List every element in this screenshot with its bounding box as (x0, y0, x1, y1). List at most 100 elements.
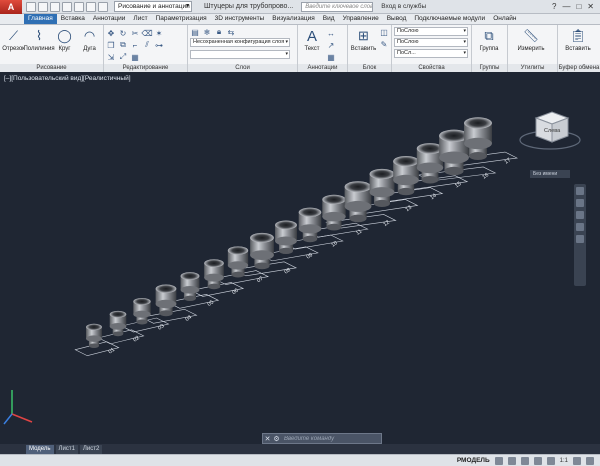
table-icon[interactable]: ▦ (326, 52, 336, 62)
ucs-menu[interactable]: Без имени (530, 170, 570, 178)
tab-model[interactable]: Модель (26, 444, 54, 454)
layer-properties-icon[interactable]: ▤ (190, 27, 200, 37)
scale-icon[interactable]: ⤢ (118, 52, 128, 62)
utilities-panel-title[interactable]: Утилиты (508, 64, 557, 72)
stretch-icon[interactable]: ⇲ (106, 52, 116, 62)
dimension-icon[interactable]: ↔ (326, 28, 336, 38)
model-scene[interactable]: 0102030405060708091011121314151617 Слева (0, 72, 600, 444)
circle-button[interactable]: ◯ Круг (53, 27, 76, 52)
signin-link[interactable]: Вход в службы (381, 3, 426, 10)
workspace-gear-icon[interactable] (573, 456, 581, 465)
annotation-scale[interactable]: 1:1 (560, 458, 568, 464)
color-select[interactable]: ПоСлою ▾ (394, 27, 468, 36)
groups-panel-title[interactable]: Группы (472, 64, 507, 72)
tab-sheet2[interactable]: Лист2 (79, 444, 103, 454)
tab-output[interactable]: Вывод (383, 14, 411, 24)
tab-home[interactable]: Главная (24, 14, 57, 24)
modify-panel-title[interactable]: Редактирование (104, 64, 187, 72)
annotation-panel-title[interactable]: Аннотации (298, 64, 347, 72)
open-icon[interactable] (38, 1, 48, 12)
draw-panel-title[interactable]: Рисование (0, 64, 103, 72)
search-input[interactable]: Введите ключевое слово/фразу (301, 1, 374, 12)
osnap-icon[interactable] (546, 456, 555, 465)
fitting-part[interactable] (109, 310, 127, 337)
pan-icon[interactable] (576, 199, 584, 207)
layer-state-select[interactable]: Несохраненная конфигурация слоя ▾ (190, 38, 290, 47)
redo-icon[interactable] (98, 1, 108, 12)
line-button[interactable]: ⟋ Отрезок (2, 27, 25, 52)
rotate-icon[interactable]: ↻ (118, 28, 128, 38)
fitting-part[interactable] (180, 272, 200, 301)
join-icon[interactable]: ⊶ (154, 40, 164, 50)
current-layer-select[interactable]: ▾ (190, 50, 290, 59)
group-button[interactable]: ⧉ Группа (474, 27, 504, 52)
wrench-icon[interactable]: ⚙ (272, 435, 281, 443)
undo-icon[interactable] (86, 1, 96, 12)
zoom-icon[interactable] (576, 211, 584, 219)
tab-online[interactable]: Онлайн (489, 14, 520, 24)
fitting-part[interactable] (86, 323, 102, 348)
linetype-select[interactable]: ПоСлою ▾ (394, 38, 468, 47)
move-icon[interactable]: ✥ (106, 28, 116, 38)
trim-icon[interactable]: ✂ (130, 28, 140, 38)
tab-addins[interactable]: Подключаемые модули (410, 14, 489, 24)
explode-icon[interactable]: ✶ (154, 28, 164, 38)
snap-icon[interactable] (507, 456, 516, 465)
tab-parametric[interactable]: Параметризация (152, 14, 211, 24)
orbit-icon[interactable] (576, 223, 584, 231)
insert-block-button[interactable]: ⊞ Вставить (350, 27, 377, 52)
grid-icon[interactable] (494, 456, 503, 465)
new-icon[interactable] (26, 1, 36, 12)
leader-icon[interactable]: ↗ (326, 40, 336, 50)
block-panel-title[interactable]: Блок (348, 64, 391, 72)
command-input[interactable]: Введите команду (281, 436, 381, 442)
paste-button[interactable]: 📋︎ Вставить (560, 27, 596, 52)
polar-icon[interactable] (533, 456, 542, 465)
lineweight-select[interactable]: ПоСл... ▾ (394, 49, 468, 58)
tab-render[interactable]: Визуализация (268, 14, 319, 24)
tab-3d-tools[interactable]: 3D инструменты (211, 14, 269, 24)
erase-icon[interactable]: ⌫ (141, 28, 152, 38)
viewport-label[interactable]: [–][Пользовательский вид][Реалистичный] (4, 75, 131, 82)
maximize-button[interactable]: □ (576, 2, 581, 11)
array-icon[interactable]: ▦ (130, 52, 140, 62)
print-icon[interactable] (74, 1, 84, 12)
fillet-icon[interactable]: ⌐ (130, 40, 140, 50)
layer-freeze-icon[interactable]: ❄ (202, 27, 212, 37)
polyline-button[interactable]: ⌇ Полилиния (23, 27, 54, 52)
drawing-viewport[interactable]: 01 02 03 04 05 06 07 08 09 10 11 12 13 14 15 16 17 Слева… (0, 72, 600, 444)
save-icon[interactable] (50, 1, 60, 12)
tab-layout[interactable]: Лист (129, 14, 151, 24)
copy-icon[interactable]: ❐ (106, 40, 116, 50)
fitting-part[interactable] (344, 181, 372, 223)
tab-annotate[interactable]: Аннотации (89, 14, 130, 24)
customize-icon[interactable] (586, 456, 594, 465)
layers-panel-title[interactable]: Слои (188, 64, 297, 72)
arc-button[interactable]: ◠ Дуга (78, 27, 101, 52)
edit-block-icon[interactable]: ✎ (379, 39, 389, 49)
properties-panel-title[interactable]: Свойства (392, 64, 471, 72)
application-menu-button[interactable]: A (0, 0, 22, 14)
help-icon[interactable]: ? (552, 2, 556, 11)
offset-icon[interactable]: ⫽ (142, 40, 152, 50)
layer-lock-icon[interactable]: 🔒︎ (214, 27, 224, 37)
tab-sheet1[interactable]: Лист1 (55, 444, 78, 454)
clipboard-panel-title[interactable]: Буфер обмена (558, 64, 600, 72)
close-icon[interactable]: ✕ (263, 435, 272, 443)
tab-insert[interactable]: Вставка (57, 14, 89, 24)
showmotion-icon[interactable] (576, 235, 584, 243)
mirror-icon[interactable]: ⧉ (118, 40, 128, 50)
tab-view[interactable]: Вид (319, 14, 339, 24)
create-block-icon[interactable]: ◫ (379, 27, 389, 37)
tab-manage[interactable]: Управление (339, 14, 383, 24)
viewcube[interactable]: Слева (519, 111, 581, 150)
model-space-toggle[interactable]: РМОДЕЛЬ (457, 457, 490, 464)
close-button[interactable]: ✕ (587, 2, 594, 11)
steering-wheel-icon[interactable] (576, 187, 584, 195)
measure-button[interactable]: 📏︎ Измерить (510, 27, 552, 52)
workspace-select[interactable]: Рисование и аннотации ▾ (114, 1, 192, 12)
ortho-icon[interactable] (520, 456, 529, 465)
command-line[interactable]: ✕ ⚙ Введите команду (262, 433, 382, 444)
layer-match-icon[interactable]: ⇆ (226, 27, 236, 37)
minimize-button[interactable]: — (562, 2, 570, 11)
